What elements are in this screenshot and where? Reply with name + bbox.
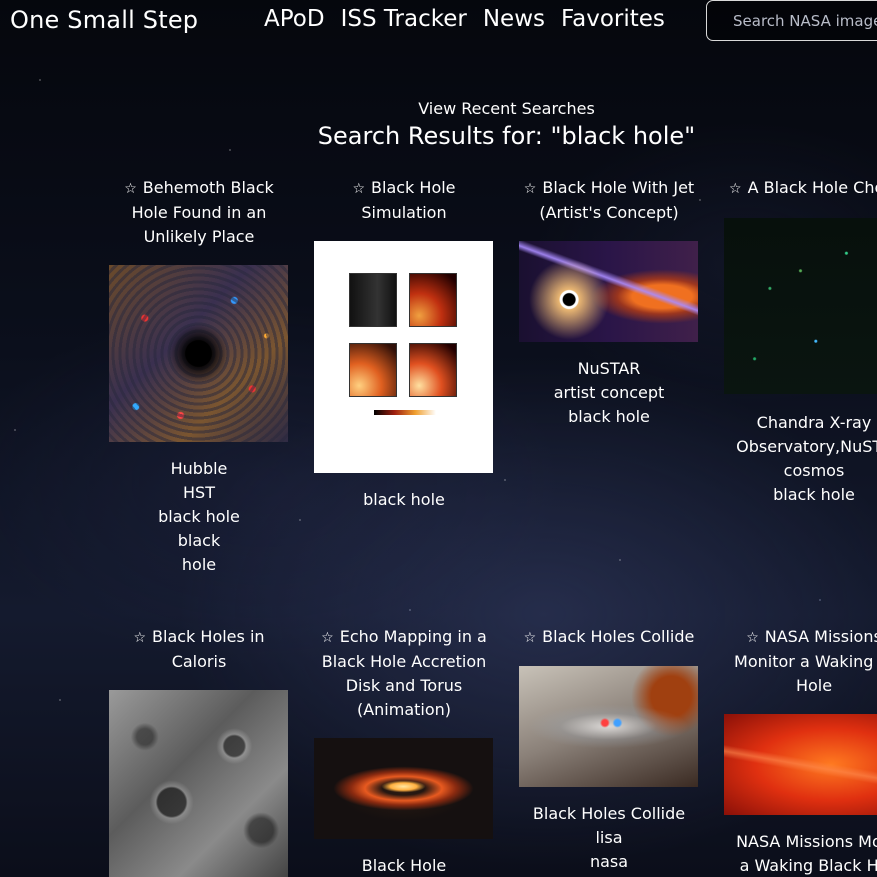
- result-keywords: Black Holes Collide lisa nasa: [514, 802, 704, 874]
- result-keywords: Black Hole: [309, 854, 499, 877]
- caloris-surface-image[interactable]: [109, 690, 288, 877]
- nav-item-apod[interactable]: APoD: [264, 6, 325, 32]
- black-hole-jet-image[interactable]: [519, 241, 698, 342]
- star-outline-icon[interactable]: ☆: [524, 630, 537, 646]
- keyword: HST: [183, 483, 215, 502]
- keyword: a Waking Black Ho: [739, 856, 877, 875]
- chandra-field-image[interactable]: [724, 218, 877, 394]
- star-outline-icon[interactable]: ☆: [524, 181, 537, 197]
- plot-panel: [349, 273, 397, 327]
- nav-item-news[interactable]: News: [483, 6, 545, 32]
- plot-panel: [409, 273, 457, 327]
- result-title: ☆ Black Holes in Caloris: [133, 627, 265, 671]
- star-outline-icon[interactable]: ☆: [321, 630, 334, 646]
- keyword: black hole: [568, 407, 650, 426]
- keyword: nasa: [589, 852, 629, 871]
- keyword: hole: [181, 555, 217, 574]
- result-keywords: Chandra X-ray Observatory,NuSTA cosmos b…: [719, 411, 877, 507]
- view-recent-searches-link[interactable]: View Recent Searches: [0, 99, 877, 118]
- keyword: lisa: [595, 828, 623, 847]
- result-keywords: NASA Missions Mon a Waking Black Ho: [719, 830, 877, 877]
- nav-item-iss-tracker[interactable]: ISS Tracker: [341, 6, 467, 32]
- keyword: Chandra X-ray: [756, 413, 872, 432]
- main-nav: APoD ISS Tracker News Favorites: [264, 6, 665, 32]
- keyword: Black Hole: [361, 856, 447, 875]
- keyword: black: [177, 531, 221, 550]
- top-navigation-bar: One Small Step APoD ISS Tracker News Fav…: [0, 0, 877, 44]
- search-input[interactable]: [731, 11, 877, 31]
- color-scale-bar: [374, 410, 436, 415]
- result-keywords: NuSTAR artist concept black hole: [514, 357, 704, 429]
- keyword: Observatory,NuSTA: [736, 437, 877, 456]
- plot-panel: [349, 343, 397, 397]
- result-title: ☆ A Black Hole Cho: [729, 178, 877, 197]
- keyword: artist concept: [553, 383, 665, 402]
- black-holes-collide-image[interactable]: [519, 666, 698, 787]
- result-card: ☆ Black Holes Collide: [514, 625, 704, 650]
- keyword: Hubble: [170, 459, 228, 478]
- nav-item-favorites[interactable]: Favorites: [561, 6, 665, 32]
- result-title: ☆ Black Hole With Jet (Artist's Concept): [523, 178, 695, 222]
- black-hole-starfield-image[interactable]: [109, 265, 288, 442]
- keyword: black hole: [363, 490, 445, 509]
- result-title: ☆NASA Missions Monitor a Waking Bl Hole: [734, 627, 877, 695]
- result-card: ☆NASA Missions Monitor a Waking Bl Hole: [719, 625, 877, 698]
- result-title: ☆ Black Hole Simulation: [352, 178, 456, 222]
- waking-black-hole-image[interactable]: [724, 714, 877, 815]
- star-outline-icon[interactable]: ☆: [133, 630, 146, 646]
- plot-panel: [409, 343, 457, 397]
- results-title: Search Results for: "black hole": [317, 122, 696, 150]
- keyword: Black Holes Collide: [532, 804, 686, 823]
- result-card: ☆ Black Holes in Caloris: [104, 625, 294, 674]
- star-outline-icon[interactable]: ☆: [746, 630, 759, 646]
- result-card: ☆ Echo Mapping in a Black Hole Accretion …: [309, 625, 499, 722]
- result-card: ☆ A Black Hole Cho: [719, 176, 877, 201]
- result-title: ☆ Echo Mapping in a Black Hole Accretion …: [321, 627, 487, 719]
- result-card: ☆ Black Hole Simulation: [309, 176, 499, 225]
- keyword: NASA Missions Mon: [736, 832, 877, 851]
- star-outline-icon[interactable]: ☆: [124, 181, 137, 197]
- keyword: cosmos: [783, 461, 845, 480]
- simulation-plot-image[interactable]: [314, 241, 493, 473]
- search-box[interactable]: [706, 0, 877, 41]
- brand-title[interactable]: One Small Step: [10, 6, 198, 34]
- result-card: ☆ Black Hole With Jet (Artist's Concept): [514, 176, 704, 225]
- accretion-disk-image[interactable]: [314, 738, 493, 839]
- result-card: ☆ Behemoth Black Hole Found in an Unlikel…: [104, 176, 294, 249]
- star-outline-icon[interactable]: ☆: [352, 181, 365, 197]
- keyword: black hole: [158, 507, 240, 526]
- star-outline-icon[interactable]: ☆: [729, 181, 742, 197]
- result-title: ☆ Behemoth Black Hole Found in an Unlikel…: [124, 178, 274, 246]
- result-keywords: Hubble HST black hole black hole: [104, 457, 294, 577]
- result-title: ☆ Black Holes Collide: [523, 627, 695, 646]
- result-keywords: black hole: [309, 488, 499, 512]
- keyword: black hole: [773, 485, 855, 504]
- keyword: NuSTAR: [577, 359, 641, 378]
